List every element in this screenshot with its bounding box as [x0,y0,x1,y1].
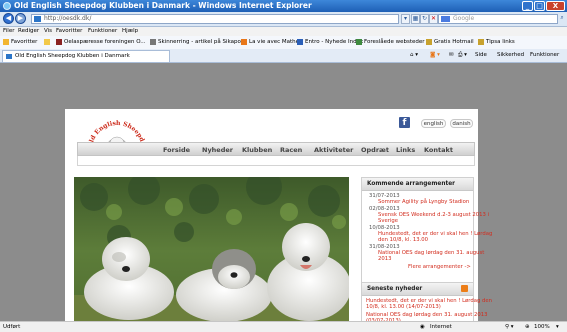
site-nav: Forside Nyheder Klubben Racen Aktivitete… [77,142,475,156]
nav-aktiviteter[interactable]: Aktiviteter [314,144,353,156]
status-bar: Udført ◉ Internet ⚲ ▾ ⊕ 100% ▾ [0,321,567,332]
ie-logo-icon [3,2,11,10]
print-icon[interactable]: ⎙ ▾ [458,49,467,62]
search-go-icon[interactable]: ⌕ [558,14,566,24]
home-icon[interactable]: ⌂ ▾ [410,49,418,62]
search-placeholder: Google [453,15,475,22]
favorite-link[interactable]: Skinnerring - artikel på Sikaport [150,36,245,49]
sub-nav-bar [77,156,475,166]
news-heading: Seneste nyheder [367,286,423,292]
link-icon [56,38,62,45]
link-icon [478,38,484,45]
menu-favorites[interactable]: Favoritter [56,27,82,36]
rss-feed-icon[interactable]: ◙ ▾ [430,49,440,62]
favorites-star-icon [3,38,9,45]
favorite-link[interactable]: Tipsa links [478,36,515,49]
forward-button[interactable]: ▶ [15,13,26,24]
mail-icon[interactable]: ✉ [449,49,454,62]
event-link-cont[interactable]: Sverige [378,218,398,225]
favorites-button[interactable]: Favoritter [3,36,37,49]
favorite-link[interactable]: La vie avec Matheo [241,36,302,49]
rss-icon[interactable] [461,285,468,292]
link-icon [426,38,432,45]
event-link-cont[interactable]: den 10/8, kl. 13.00 [378,237,428,244]
page-menu[interactable]: Side [475,49,487,62]
menu-edit[interactable]: Rediger [18,27,39,36]
favorite-link[interactable]: Oelaspæresse foreningen O... [56,36,146,49]
favorite-link[interactable]: Foreslåede websteder [356,36,425,49]
tools-menu[interactable]: Funktioner [530,49,559,62]
search-input[interactable]: Google [438,14,558,24]
event-link[interactable]: Sommer Agility på Lyngby Stadion [378,199,469,206]
news-heading-bar: Seneste nyheder [362,283,473,296]
english-button[interactable]: english [421,119,446,128]
nav-nyheder[interactable]: Nyheder [202,144,233,156]
menu-bar: Filer Rediger Vis Favoritter Funktioner … [0,27,567,36]
tab-current[interactable]: Old English Sheepdog Klubben i Danmark [2,50,170,62]
minimize-button[interactable]: _ [522,1,533,11]
nav-forside[interactable]: Forside [163,144,190,156]
tab-favicon-icon [6,54,12,59]
nav-links[interactable]: Links [396,144,415,156]
favorite-link[interactable]: Entro - Nyhede Index [297,36,363,49]
refresh-icon[interactable]: ↻ [420,14,429,24]
facebook-icon[interactable]: f [399,117,410,128]
close-button[interactable]: X [546,1,565,11]
news-link-cont[interactable]: 10/8, kl. 13.00 (14/07-2013) [366,304,441,311]
link-icon [356,38,362,45]
address-dropdown-button[interactable]: ▾ [401,14,410,24]
tab-label: Old English Sheepdog Klubben i Danmark [15,53,130,59]
nav-kontakt[interactable]: Kontakt [424,144,453,156]
address-toolbar: ◀ ▶ http://oesdk.dk/ ▾ ▦ ↻ ✕ Google ⌕ [0,12,567,27]
back-button[interactable]: ◀ [3,13,14,24]
address-url: http://oesdk.dk/ [44,15,92,22]
tab-bar: Old English Sheepdog Klubben i Danmark ⌂… [0,49,567,63]
favorites-bar: Favoritter Oelaspæresse foreningen O... … [0,36,567,50]
events-heading: Kommende arrangementer [362,178,473,191]
site-favicon-icon [34,16,41,22]
danish-button[interactable]: danish [450,119,473,128]
safety-menu[interactable]: Sikkerhed [497,49,524,62]
link-icon [297,38,303,45]
menu-file[interactable]: Filer [3,27,14,36]
google-search-icon [441,16,450,22]
address-input[interactable]: http://oesdk.dk/ [31,14,399,24]
event-link[interactable]: National OES dag lørdag den 31. august [378,250,484,257]
more-events-link[interactable]: Flere arrangementer -> [408,264,471,271]
link-icon [241,38,247,45]
menu-help[interactable]: Hjælp [122,27,138,36]
event-link-cont[interactable]: 2013 [378,256,391,263]
stop-icon[interactable]: ✕ [429,14,438,24]
add-favorite-icon[interactable] [44,36,52,49]
link-icon [150,38,156,45]
window-title: Old English Sheepdog Klubben i Danmark -… [14,1,312,10]
favorite-link[interactable]: Gratis Hotmail [426,36,474,49]
maximize-button[interactable]: □ [534,1,545,11]
nav-klubben[interactable]: Klubben [242,144,272,156]
nav-racen[interactable]: Racen [280,144,302,156]
menu-tools[interactable]: Funktioner [88,27,117,36]
sheepdogs-photo [74,177,349,325]
compat-view-icon[interactable]: ▦ [411,14,420,24]
menu-view[interactable]: Vis [44,27,52,36]
nav-opdraet[interactable]: Opdræt [361,144,389,156]
window-title-bar: Old English Sheepdog Klubben i Danmark -… [0,0,567,12]
